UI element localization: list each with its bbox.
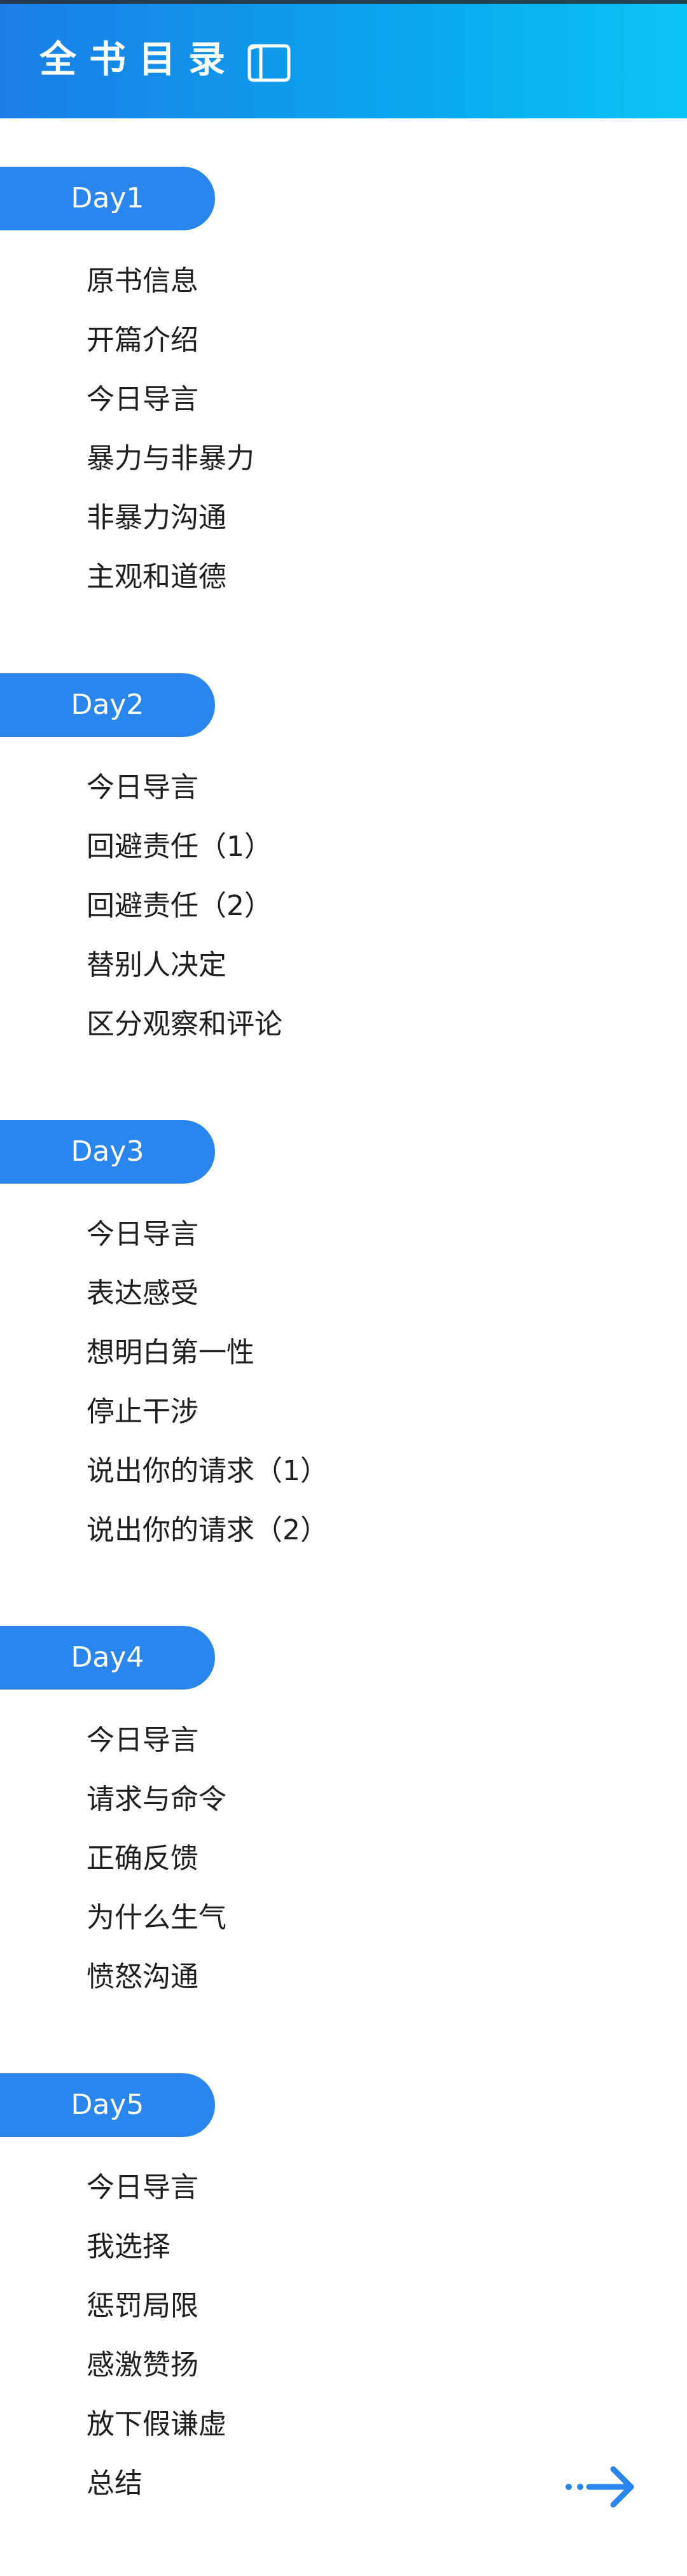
lesson-item[interactable]: 今日导言 <box>87 2169 198 2207</box>
lesson-item[interactable]: 想明白第一性 <box>87 1334 254 1372</box>
lesson-item[interactable]: 主观和道德 <box>87 558 226 596</box>
lesson-item[interactable]: 今日导言 <box>87 381 198 419</box>
day-pill[interactable]: Day1 <box>0 167 215 230</box>
day-pill[interactable]: Day5 <box>0 2073 215 2137</box>
lesson-item[interactable]: 惩罚局限 <box>87 2287 198 2325</box>
lesson-item[interactable]: 我选择 <box>87 2228 170 2266</box>
lesson-item[interactable]: 为什么生气 <box>87 1899 226 1937</box>
lesson-item[interactable]: 暴力与非暴力 <box>87 440 254 478</box>
header-bar: 全书目录 <box>0 0 687 118</box>
lesson-item[interactable]: 停止干涉 <box>87 1393 198 1431</box>
lesson-item[interactable]: 正确反馈 <box>87 1840 198 1878</box>
book-open-icon[interactable] <box>247 43 291 83</box>
status-bar-strip <box>0 0 687 4</box>
lesson-item[interactable]: 替别人决定 <box>87 946 226 984</box>
lesson-item[interactable]: 感激赞扬 <box>87 2346 198 2384</box>
lesson-item[interactable]: 总结 <box>87 2465 142 2503</box>
arrow-right-icon[interactable] <box>562 2461 639 2512</box>
day-pill[interactable]: Day2 <box>0 673 215 737</box>
lesson-item[interactable]: 回避责任（2） <box>87 887 272 925</box>
lesson-item[interactable]: 说出你的请求（1） <box>87 1452 328 1490</box>
lesson-item[interactable]: 表达感受 <box>87 1275 198 1313</box>
lesson-item[interactable]: 请求与命令 <box>87 1781 226 1819</box>
lesson-item[interactable]: 开篇介绍 <box>87 321 198 360</box>
lesson-item[interactable]: 今日导言 <box>87 769 198 807</box>
lesson-item[interactable]: 原书信息 <box>87 262 198 300</box>
lesson-item[interactable]: 区分观察和评论 <box>87 1005 282 1044</box>
lesson-item[interactable]: 非暴力沟通 <box>87 499 226 537</box>
lesson-item[interactable]: 愤怒沟通 <box>87 1958 198 1996</box>
lesson-item[interactable]: 今日导言 <box>87 1721 198 1760</box>
lesson-item[interactable]: 今日导言 <box>87 1215 198 1254</box>
lesson-item[interactable]: 说出你的请求（2） <box>87 1511 328 1550</box>
lesson-item[interactable]: 回避责任（1） <box>87 828 272 866</box>
lesson-item[interactable]: 放下假谦虚 <box>87 2405 226 2444</box>
page-title: 全书目录 <box>39 38 239 81</box>
day-pill[interactable]: Day4 <box>0 1626 215 1690</box>
day-pill[interactable]: Day3 <box>0 1120 215 1184</box>
